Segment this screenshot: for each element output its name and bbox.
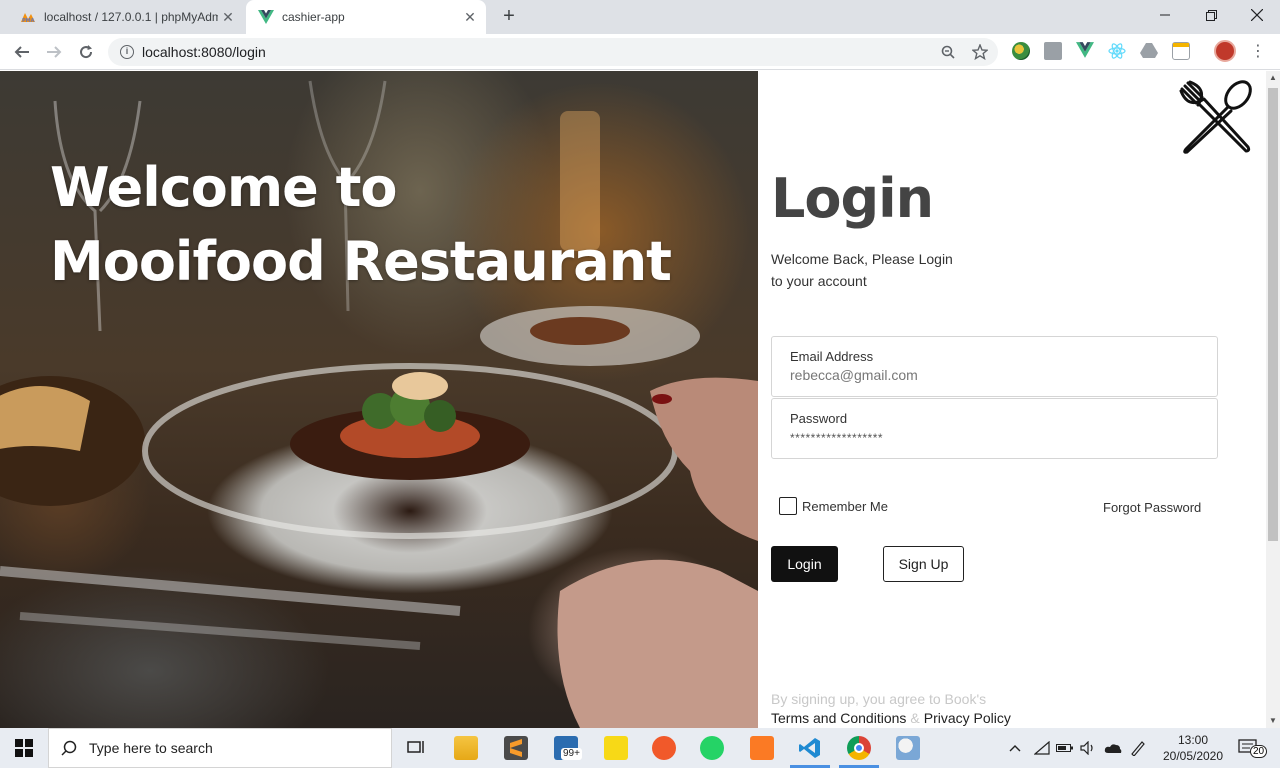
drive-icon[interactable] (1140, 42, 1158, 60)
scrollbar-thumb[interactable] (1268, 88, 1278, 541)
amp-text: & (910, 710, 920, 726)
tray-chevron-icon[interactable] (1008, 728, 1022, 768)
remember-me-label: Remember Me (802, 498, 888, 514)
tab-phpmyadmin[interactable]: PMA localhost / 127.0.0.1 | phpMyAdm ✕ (8, 0, 244, 34)
close-tab-icon[interactable]: ✕ (218, 7, 238, 27)
bookmark-star-icon[interactable] (966, 38, 994, 66)
tab-title: cashier-app (282, 10, 345, 24)
vue-devtools-icon[interactable] (1076, 42, 1094, 60)
phpmyadmin-icon: PMA (20, 9, 36, 25)
postman-icon[interactable] (652, 736, 676, 760)
password-field[interactable]: Password ****************** (771, 398, 1218, 459)
taskbar-search-placeholder: Type here to search (89, 740, 213, 756)
legal-links: Terms and Conditions & Privacy Policy (771, 710, 1011, 726)
clock-date: 20/05/2020 (1162, 749, 1224, 763)
scroll-up-icon[interactable]: ▲ (1266, 71, 1280, 85)
clock-time: 13:00 (1177, 733, 1209, 747)
site-info-icon[interactable]: i (120, 45, 134, 59)
avatar[interactable] (1214, 40, 1236, 62)
password-input[interactable]: ****************** (790, 431, 1199, 445)
vscode-icon[interactable] (798, 736, 822, 760)
signup-button[interactable]: Sign Up (883, 546, 964, 582)
file-explorer-icon[interactable] (454, 736, 478, 760)
sticky-notes-icon[interactable] (604, 736, 628, 760)
login-subtitle: Welcome Back, Please Login to your accou… (771, 248, 971, 292)
login-subtitle-line-1: Welcome Back, Please Login (771, 251, 953, 267)
login-subtitle-line-2: to your account (771, 273, 867, 289)
tab-cashier-app[interactable]: cashier-app ✕ (246, 0, 486, 34)
battery-icon[interactable] (1056, 728, 1074, 768)
new-tab-button[interactable]: + (496, 5, 522, 29)
hero-line-1: Welcome to (50, 156, 397, 219)
windows-start-icon[interactable] (0, 728, 48, 768)
password-label: Password (790, 411, 848, 426)
notification-count: 20 (1250, 745, 1268, 758)
extension-icon[interactable] (1172, 42, 1190, 60)
restore-icon[interactable] (1188, 0, 1234, 30)
network-icon[interactable] (1034, 728, 1050, 768)
forward-icon[interactable] (40, 38, 68, 66)
sublime-text-icon[interactable] (504, 736, 528, 760)
login-page: Welcome to Mooifood Restaurant Login Wel… (0, 71, 1266, 728)
react-devtools-icon[interactable] (1108, 42, 1126, 60)
close-window-icon[interactable] (1234, 0, 1280, 30)
email-input[interactable] (790, 367, 1199, 383)
minimize-icon[interactable] (1142, 0, 1188, 30)
mail-badge: 99+ (561, 748, 582, 760)
svg-text:PMA: PMA (22, 18, 35, 23)
hero-line-2: Mooifood Restaurant (50, 230, 672, 293)
email-label: Email Address (790, 349, 874, 364)
onedrive-icon[interactable] (1104, 728, 1122, 768)
url-text: localhost:8080/login (142, 44, 266, 60)
vue-icon (258, 9, 274, 25)
terms-link[interactable]: Terms and Conditions (771, 710, 906, 726)
extension-icon[interactable] (1012, 42, 1030, 60)
fork-spoon-logo-icon (1179, 80, 1252, 154)
scroll-down-icon[interactable]: ▼ (1266, 714, 1280, 728)
browser-tab-strip: PMA localhost / 127.0.0.1 | phpMyAdm ✕ c… (0, 0, 1280, 34)
extension-icon[interactable] (1044, 42, 1062, 60)
zoom-icon[interactable] (934, 38, 962, 66)
browser-toolbar: i localhost:8080/login ⋮ (0, 34, 1280, 70)
xampp-icon[interactable] (750, 736, 774, 760)
remember-me[interactable]: Remember Me (779, 497, 888, 515)
privacy-link[interactable]: Privacy Policy (924, 710, 1011, 726)
login-button[interactable]: Login (771, 546, 838, 582)
whatsapp-icon[interactable] (700, 736, 724, 760)
close-tab-icon[interactable]: ✕ (460, 7, 480, 27)
paint-icon[interactable] (896, 736, 920, 760)
address-bar[interactable]: i localhost:8080/login (108, 38, 998, 66)
notification-center-icon[interactable]: 20 (1238, 737, 1268, 759)
agree-text: By signing up, you agree to Book's (771, 691, 987, 707)
taskbar-search-box[interactable]: Type here to search (48, 728, 392, 768)
search-icon (61, 740, 77, 756)
page-scrollbar[interactable]: ▲ ▼ (1266, 71, 1280, 728)
pen-workspace-icon[interactable] (1130, 728, 1146, 768)
taskbar: Type here to search 99+ 13:00 20/05/2020 (0, 728, 1280, 768)
back-icon[interactable] (8, 38, 36, 66)
volume-icon[interactable] (1080, 728, 1096, 768)
reload-icon[interactable] (72, 38, 100, 66)
hero-heading: Welcome to Mooifood Restaurant (50, 151, 672, 299)
login-panel: Login Welcome Back, Please Login to your… (758, 71, 1266, 728)
task-view-icon[interactable] (404, 736, 428, 760)
taskbar-clock[interactable]: 13:00 20/05/2020 (1160, 732, 1226, 764)
remember-me-checkbox[interactable] (779, 497, 797, 515)
login-title: Login (771, 167, 934, 230)
chrome-icon[interactable] (847, 736, 871, 760)
email-field[interactable]: Email Address (771, 336, 1218, 397)
tab-title: localhost / 127.0.0.1 | phpMyAdm (44, 10, 218, 24)
menu-kebab-icon[interactable]: ⋮ (1250, 42, 1266, 62)
forgot-password-link[interactable]: Forgot Password (1103, 500, 1201, 515)
hero-restaurant-image: Welcome to Mooifood Restaurant (0, 71, 758, 728)
